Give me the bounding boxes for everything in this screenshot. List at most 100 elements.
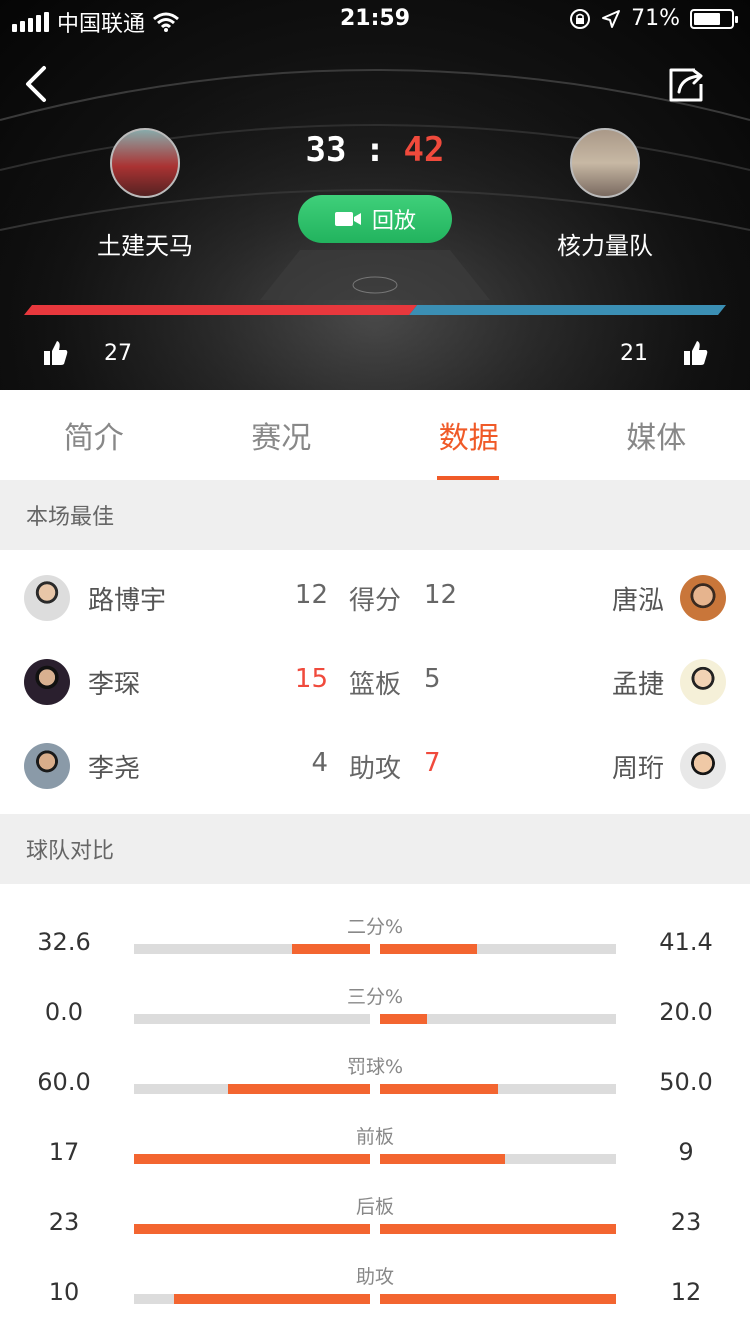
compare-away-value: 12 bbox=[670, 1278, 702, 1306]
compare-home-fill bbox=[134, 1154, 370, 1164]
compare-home-value: 17 bbox=[48, 1138, 80, 1166]
home-team-name[interactable]: 土建天马 bbox=[45, 226, 245, 261]
compare-label: 助攻 bbox=[355, 1266, 394, 1288]
best-value: 15 bbox=[294, 664, 328, 694]
compare-away-value: 9 bbox=[678, 1138, 694, 1166]
compare-row: 前板 17 9 bbox=[0, 1122, 750, 1192]
compare-home-value: 0.0 bbox=[44, 998, 84, 1026]
compare-home-track bbox=[134, 1224, 370, 1234]
thumbs-up-icon bbox=[684, 341, 708, 365]
compare-row: 三分% 0.0 20.0 bbox=[0, 982, 750, 1052]
avatar[interactable] bbox=[680, 659, 726, 705]
avatar[interactable] bbox=[680, 743, 726, 789]
away-like-bar bbox=[409, 305, 726, 315]
chevron-left-icon bbox=[26, 66, 46, 102]
compare-home-fill bbox=[228, 1084, 370, 1094]
match-header: 中国联通 21:59 71% 土建天马 核力量队 33: 42 回放 27 2… bbox=[0, 0, 750, 390]
home-like-bar bbox=[24, 305, 417, 315]
home-like-count: 27 bbox=[104, 340, 132, 366]
battery-percent: 71% bbox=[631, 6, 680, 31]
compare-away-track bbox=[380, 1224, 616, 1234]
compare-label: 三分% bbox=[346, 986, 404, 1008]
compare-row: 后板 23 23 bbox=[0, 1192, 750, 1262]
player-name[interactable]: 李尧 bbox=[88, 748, 140, 785]
compare-away-value: 41.4 bbox=[659, 928, 713, 956]
share-button[interactable] bbox=[665, 62, 709, 106]
player-name[interactable]: 周珩 bbox=[560, 748, 664, 785]
compare-home-value: 60.0 bbox=[37, 1068, 91, 1096]
home-team-logo[interactable] bbox=[110, 128, 180, 198]
best-stat-label: 得分 bbox=[348, 586, 401, 616]
compare-label: 前板 bbox=[355, 1126, 394, 1148]
compare-away-value: 23 bbox=[670, 1208, 702, 1236]
avatar[interactable] bbox=[24, 743, 70, 789]
team-compare-header: 球队对比 bbox=[0, 814, 750, 884]
best-players-header: 本场最佳 bbox=[0, 480, 750, 550]
player-name[interactable]: 孟捷 bbox=[560, 664, 664, 701]
best-stat-label: 助攻 bbox=[348, 754, 401, 784]
best-value: 5 bbox=[424, 664, 441, 694]
compare-away-fill bbox=[380, 1154, 506, 1164]
compare-label: 罚球% bbox=[346, 1056, 404, 1078]
away-score: 42 bbox=[403, 130, 445, 170]
compare-label: 后板 bbox=[355, 1196, 394, 1218]
avatar[interactable] bbox=[680, 575, 726, 621]
tab-media[interactable]: 媒体 bbox=[563, 390, 750, 480]
compare-away-fill bbox=[380, 944, 477, 954]
away-team-name[interactable]: 核力量队 bbox=[505, 226, 705, 261]
compare-away-fill bbox=[380, 1224, 616, 1234]
away-team-logo[interactable] bbox=[570, 128, 640, 198]
tab-stats[interactable]: 数据 bbox=[375, 390, 563, 480]
video-camera-icon bbox=[334, 212, 361, 226]
compare-row: 助攻 10 12 bbox=[0, 1262, 750, 1332]
compare-away-track bbox=[380, 1014, 616, 1024]
score-separator: : bbox=[364, 130, 386, 170]
home-score: 33 bbox=[305, 130, 347, 170]
compare-away-track bbox=[380, 1154, 616, 1164]
player-name[interactable]: 李琛 bbox=[88, 664, 140, 701]
away-like-count: 21 bbox=[620, 340, 648, 366]
compare-home-value: 10 bbox=[48, 1278, 80, 1306]
compare-home-fill bbox=[292, 944, 370, 954]
away-like[interactable]: 21 bbox=[620, 340, 708, 366]
compare-home-track bbox=[134, 1294, 370, 1304]
replay-label: 回放 bbox=[371, 209, 416, 234]
tab-live[interactable]: 赛况 bbox=[188, 390, 376, 480]
tab-bar: 简介 赛况 数据 媒体 bbox=[0, 390, 750, 480]
compare-away-fill bbox=[380, 1014, 428, 1024]
best-row-assists: 李尧 4 助攻 7 周珩 bbox=[0, 724, 750, 808]
compare-label: 二分% bbox=[346, 916, 404, 938]
player-name[interactable]: 路博宇 bbox=[88, 580, 166, 617]
best-value: 12 bbox=[294, 580, 328, 610]
tab-intro[interactable]: 简介 bbox=[0, 390, 188, 480]
status-bar: 中国联通 21:59 71% bbox=[0, 0, 750, 40]
compare-away-track bbox=[380, 944, 616, 954]
player-name[interactable]: 唐泓 bbox=[560, 580, 664, 617]
share-icon bbox=[669, 68, 703, 102]
avatar[interactable] bbox=[24, 575, 70, 621]
compare-home-track bbox=[134, 944, 370, 954]
best-row-points: 路博宇 12 得分 12 唐泓 bbox=[0, 556, 750, 640]
best-value: 12 bbox=[424, 580, 458, 610]
compare-home-value: 32.6 bbox=[37, 928, 91, 956]
compare-away-track bbox=[380, 1084, 616, 1094]
back-button[interactable] bbox=[18, 62, 58, 106]
location-icon bbox=[602, 9, 621, 28]
compare-row: 罚球% 60.0 50.0 bbox=[0, 1052, 750, 1122]
compare-home-fill bbox=[174, 1294, 370, 1304]
compare-away-fill bbox=[380, 1294, 616, 1304]
compare-home-track bbox=[134, 1154, 370, 1164]
compare-home-value: 23 bbox=[48, 1208, 80, 1236]
best-value: 4 bbox=[311, 748, 328, 778]
battery-icon bbox=[690, 8, 738, 29]
best-row-rebounds: 李琛 15 篮板 5 孟捷 bbox=[0, 640, 750, 724]
avatar[interactable] bbox=[24, 659, 70, 705]
replay-button[interactable]: 回放 bbox=[298, 195, 452, 243]
thumbs-up-icon bbox=[44, 341, 68, 365]
rotation-lock-icon bbox=[570, 8, 591, 29]
compare-away-value: 50.0 bbox=[659, 1068, 713, 1096]
best-value: 7 bbox=[424, 748, 441, 778]
home-like[interactable]: 27 bbox=[44, 340, 132, 366]
compare-home-track bbox=[134, 1084, 370, 1094]
compare-home-track bbox=[134, 1014, 370, 1024]
